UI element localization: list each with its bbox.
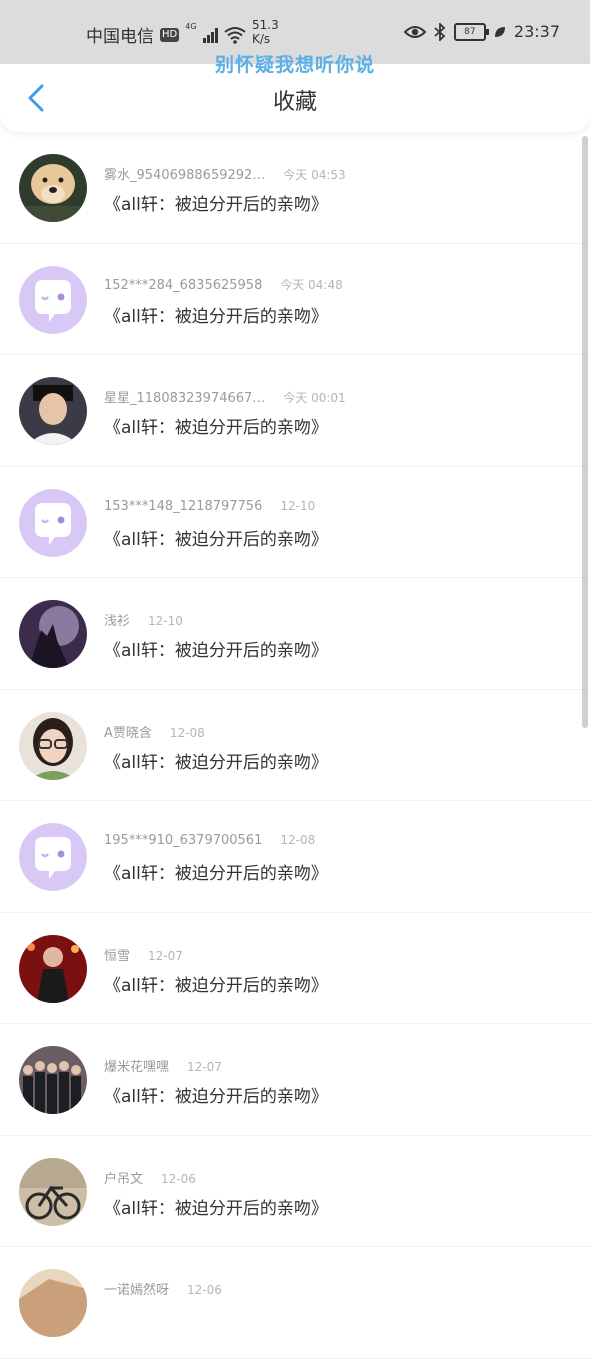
avatar[interactable] xyxy=(19,934,87,1003)
favorites-list: 雾水_95406988659292… 今天 04:53 《all轩：被迫分开后的亲吻… xyxy=(0,132,590,1359)
timestamp: 12-07 xyxy=(148,948,183,963)
favorite-title: 《all轩：被迫分开后的亲吻》 xyxy=(104,418,328,438)
avatar[interactable] xyxy=(19,377,87,445)
timestamp: 今天 04:48 xyxy=(280,277,343,292)
bluetooth-icon xyxy=(434,22,446,41)
avatar[interactable] xyxy=(19,154,87,222)
network-speed: 51.3 K/s xyxy=(252,18,279,46)
username[interactable]: 一诺嫣然呀 xyxy=(104,1283,169,1298)
eye-icon xyxy=(403,25,426,38)
username[interactable]: 152***284_6835625958 xyxy=(104,278,262,293)
item-meta: 152***284_6835625958 今天 04:48 xyxy=(104,276,343,293)
item-meta: 浅衫 12-10 xyxy=(104,610,183,629)
list-item[interactable]: A贾晓含 12-08 《all轩：被迫分开后的亲吻》 xyxy=(0,690,590,801)
overlay-caption: 别怀疑我想听你说 xyxy=(214,54,375,76)
favorite-title: 《all轩：被迫分开后的亲吻》 xyxy=(104,975,328,996)
username[interactable]: 浅衫 xyxy=(104,614,130,629)
list-item[interactable]: 一诺嫣然呀 12-06 xyxy=(0,1247,590,1359)
favorite-title: 《all轩：被迫分开后的亲吻》 xyxy=(104,864,328,884)
favorite-title: 《all轩：被迫分开后的亲吻》 xyxy=(104,752,328,773)
list-item[interactable]: 152***284_6835625958 今天 04:48 《all轩：被迫分开后的… xyxy=(0,244,590,355)
network-type: 4G xyxy=(185,22,197,31)
username[interactable]: 星星_11808323974667… xyxy=(104,391,265,406)
timestamp: 12-10 xyxy=(148,614,183,628)
favorite-title: 《all轩：被迫分开后的亲吻》 xyxy=(104,641,328,661)
timestamp: 12-08 xyxy=(169,725,205,740)
list-item[interactable]: 恒雪 12-07 《all轩：被迫分开后的亲吻》 xyxy=(0,913,590,1024)
page-title: 收藏 xyxy=(272,90,317,115)
list-item[interactable]: 星星_11808323974667… 今天 00:01 《all轩：被迫分开后的亲吻… xyxy=(0,355,590,467)
list-item[interactable]: 雾水_95406988659292… 今天 04:53 《all轩：被迫分开后的亲吻… xyxy=(0,132,590,244)
avatar[interactable] xyxy=(19,265,87,334)
timestamp: 12-10 xyxy=(280,498,316,513)
list-item[interactable]: 195***910_6379700561 12-08 《all轩：被迫分开后的亲吻》 xyxy=(0,801,590,913)
favorite-title: 《all轩：被迫分开后的亲吻》 xyxy=(104,529,328,550)
timestamp: 12-07 xyxy=(187,1060,222,1074)
hd-badge: HD xyxy=(160,27,180,42)
timestamp: 12-06 xyxy=(187,1283,222,1297)
list-item[interactable]: 浅衫 12-10 《all轩：被迫分开后的亲吻》 xyxy=(0,578,590,690)
item-meta: 雾水_95406988659292… 今天 04:53 xyxy=(104,164,346,183)
item-meta: 爆米花嘿嘿 12-07 xyxy=(104,1056,222,1075)
signal-icon xyxy=(202,27,218,43)
scrollbar[interactable] xyxy=(582,136,588,728)
item-meta: A贾晓含 12-08 xyxy=(104,722,205,741)
avatar[interactable] xyxy=(19,823,87,891)
timestamp: 12-08 xyxy=(280,833,316,847)
speed-value: 51.3 xyxy=(252,18,279,32)
battery-icon: 87 xyxy=(453,22,489,41)
avatar[interactable] xyxy=(19,711,87,780)
battery-level: 87 xyxy=(464,26,476,37)
list-item[interactable]: 爆米花嘿嘿 12-07 《all轩：被迫分开后的亲吻》 xyxy=(0,1024,590,1136)
leaf-icon xyxy=(494,26,505,37)
list-item[interactable]: 户吊文 12-06 《all轩：被迫分开后的亲吻》 xyxy=(0,1136,590,1247)
favorite-title: 《all轩：被迫分开后的亲吻》 xyxy=(104,306,328,327)
avatar[interactable] xyxy=(19,600,87,668)
username[interactable]: 户吊文 xyxy=(104,1172,143,1187)
item-meta: 户吊文 12-06 xyxy=(104,1168,196,1187)
item-meta: 153***148_1218797756 12-10 xyxy=(104,499,315,514)
username[interactable]: 195***910_6379700561 xyxy=(104,833,262,848)
item-meta: 恒雪 12-07 xyxy=(104,945,183,964)
avatar[interactable] xyxy=(19,1157,87,1226)
status-left: 中国电信 HD 4G xyxy=(86,22,246,47)
clock: 23:37 xyxy=(513,22,560,41)
username[interactable]: 爆米花嘿嘿 xyxy=(104,1060,169,1075)
username[interactable]: 153***148_1218797756 xyxy=(104,499,262,514)
status-right: 87 23:37 xyxy=(403,22,560,41)
username[interactable]: 雾水_95406988659292… xyxy=(104,168,265,183)
wifi-icon xyxy=(223,26,246,44)
favorite-title: 《all轩：被迫分开后的亲吻》 xyxy=(104,1087,328,1107)
username[interactable]: A贾晓含 xyxy=(104,726,152,741)
item-meta: 一诺嫣然呀 12-06 xyxy=(104,1279,222,1298)
item-meta: 195***910_6379700561 12-08 xyxy=(104,833,315,848)
item-meta: 星星_11808323974667… 今天 00:01 xyxy=(104,387,346,406)
list-item[interactable]: 153***148_1218797756 12-10 《all轩：被迫分开后的亲吻》 xyxy=(0,467,590,578)
speed-unit: K/s xyxy=(252,32,271,46)
favorite-title: 《all轩：被迫分开后的亲吻》 xyxy=(104,1198,328,1219)
avatar[interactable] xyxy=(19,1269,87,1337)
timestamp: 12-06 xyxy=(161,1171,196,1186)
username[interactable]: 恒雪 xyxy=(104,949,130,964)
timestamp: 今天 00:01 xyxy=(283,391,346,405)
timestamp: 今天 04:53 xyxy=(283,168,346,182)
avatar[interactable] xyxy=(19,1046,87,1114)
carrier-label: 中国电信 xyxy=(86,27,154,47)
avatar[interactable] xyxy=(19,488,87,557)
favorite-title: 《all轩：被迫分开后的亲吻》 xyxy=(104,195,328,215)
